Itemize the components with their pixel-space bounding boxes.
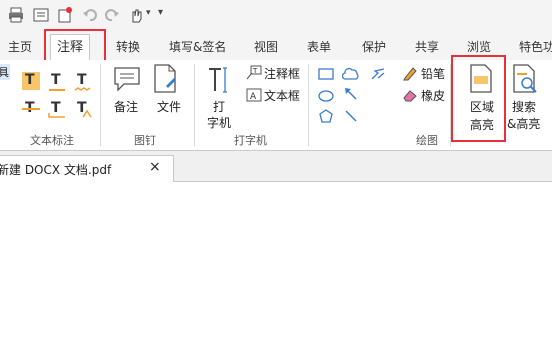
highlight-text-icon[interactable]: T: [22, 72, 40, 90]
insert-text-icon[interactable]: T: [74, 100, 92, 118]
callout-button-label[interactable]: 注释框: [264, 65, 300, 82]
textbox-icon[interactable]: A: [246, 87, 262, 102]
document-canvas[interactable]: [0, 182, 552, 352]
quick-access-toolbar: ▾ ▾: [0, 0, 552, 32]
search-highlight-label-line2[interactable]: &高亮: [507, 115, 540, 132]
tab-share[interactable]: 共享: [415, 38, 439, 55]
pencil-icon[interactable]: [402, 65, 418, 81]
document-tab[interactable]: 新建 DOCX 文档.pdf ×: [0, 155, 174, 182]
redo-icon[interactable]: [104, 7, 120, 23]
note-icon[interactable]: [112, 66, 142, 92]
partial-left-item[interactable]: 具: [0, 64, 10, 80]
file-attachment-icon[interactable]: [152, 64, 180, 94]
typewriter-group-label: 打字机: [234, 134, 267, 147]
tab-browse[interactable]: 浏览: [467, 38, 491, 55]
hand-tool-icon[interactable]: [128, 7, 144, 23]
undo-icon[interactable]: [82, 7, 98, 23]
underline-text-icon[interactable]: T: [48, 72, 66, 91]
close-icon[interactable]: ×: [149, 159, 161, 175]
text-markup-group-label: 文本标注: [30, 134, 74, 147]
eraser-icon[interactable]: [402, 87, 418, 102]
document-tab-title: 新建 DOCX 文档.pdf: [0, 163, 112, 177]
pin-group-label: 图钉: [134, 134, 156, 147]
ellipse-icon[interactable]: [318, 88, 334, 102]
tab-protect[interactable]: 保护: [362, 38, 386, 55]
rectangle-icon[interactable]: [318, 66, 334, 80]
tab-home[interactable]: 主页: [8, 38, 32, 55]
note-button-label[interactable]: 备注: [114, 98, 138, 115]
group-separator: [308, 64, 309, 146]
tab-features[interactable]: 特色功: [519, 38, 552, 55]
new-document-icon[interactable]: [57, 7, 73, 23]
callout-icon[interactable]: T: [246, 65, 262, 81]
file-button-label[interactable]: 文件: [157, 98, 181, 115]
strikeout-text-icon[interactable]: T: [22, 100, 40, 118]
tab-fill-sign[interactable]: 填写&签名: [169, 38, 226, 55]
eraser-button-label[interactable]: 橡皮: [421, 87, 445, 104]
arrow-icon[interactable]: [344, 86, 358, 100]
area-highlight-highlight-box: [451, 55, 506, 142]
tab-view[interactable]: 视图: [254, 38, 278, 55]
drawing-group-label: 绘图: [416, 134, 438, 147]
document-tab-bar: 新建 DOCX 文档.pdf ×: [0, 151, 552, 182]
squiggly-text-icon[interactable]: T: [74, 72, 92, 91]
typewriter-label-line2[interactable]: 字机: [207, 114, 231, 131]
replace-text-icon[interactable]: T: [48, 100, 66, 118]
tab-form[interactable]: 表单: [307, 38, 331, 55]
cloud-icon[interactable]: [341, 66, 360, 80]
textbox-button-label[interactable]: 文本框: [264, 87, 300, 104]
line-icon[interactable]: [344, 108, 358, 122]
group-separator: [100, 64, 101, 146]
polygon-icon[interactable]: [318, 108, 334, 124]
polyline-icon[interactable]: [370, 66, 386, 80]
search-highlight-icon[interactable]: [511, 64, 539, 94]
document-properties-icon[interactable]: [33, 7, 49, 23]
svg-text:T: T: [252, 67, 258, 75]
tab-convert[interactable]: 转换: [116, 38, 140, 55]
hand-dropdown-icon[interactable]: ▾: [146, 8, 151, 18]
pencil-button-label[interactable]: 铅笔: [421, 65, 445, 82]
typewriter-icon[interactable]: [206, 66, 232, 94]
print-icon[interactable]: [8, 7, 24, 23]
svg-text:A: A: [250, 92, 257, 102]
customize-toolbar-icon[interactable]: ▾: [158, 7, 163, 18]
typewriter-label-line1[interactable]: 打: [213, 98, 225, 115]
search-highlight-label-line1[interactable]: 搜索: [512, 98, 536, 115]
group-separator: [194, 64, 195, 146]
